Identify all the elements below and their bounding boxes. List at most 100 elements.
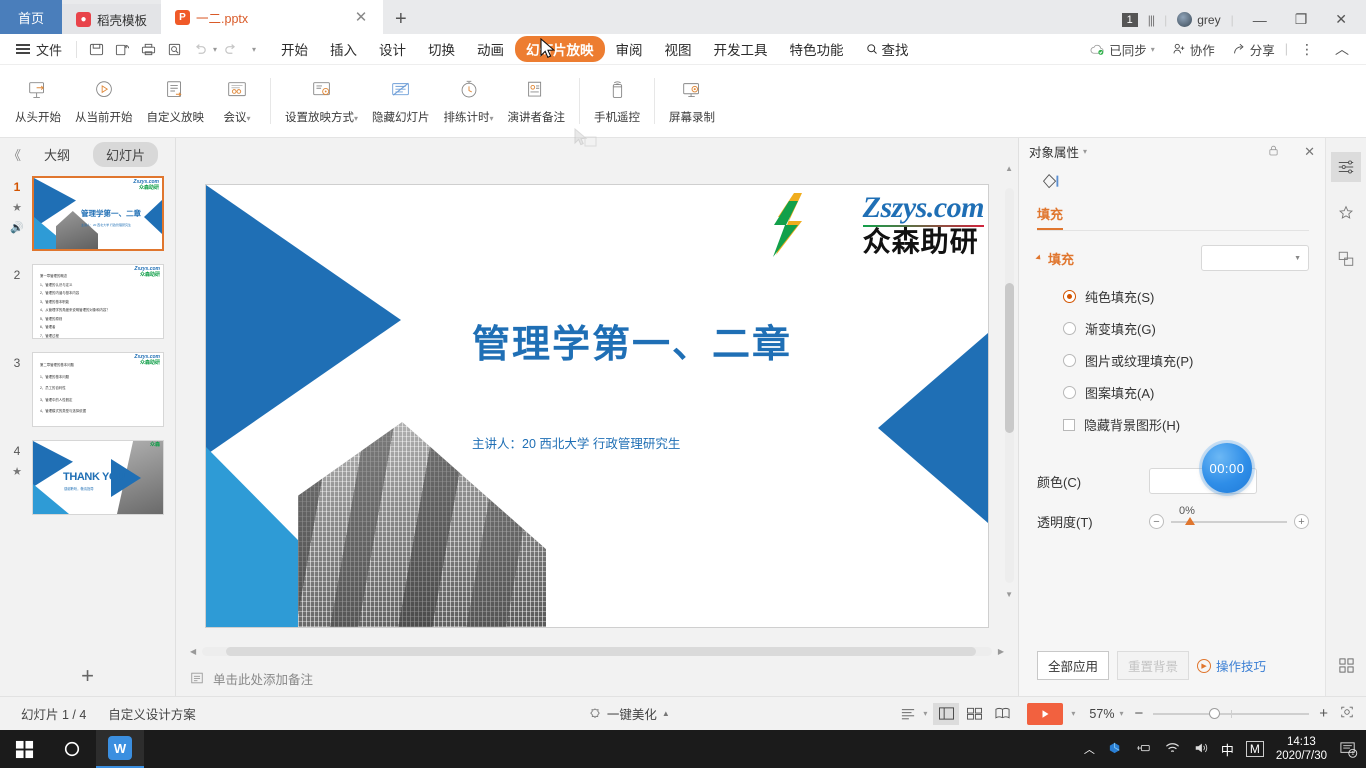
onedrive-icon[interactable]: [1107, 740, 1124, 758]
cloud-sync-button[interactable]: 已同步 ▾: [1083, 40, 1162, 59]
presenter-notes-button[interactable]: 演讲者备注: [501, 68, 573, 134]
close-panel-button[interactable]: ✕: [1304, 144, 1315, 160]
chevron-down-icon[interactable]: ▾: [1151, 45, 1155, 54]
fill-section-header[interactable]: 填充 ▼: [1035, 245, 1309, 271]
properties-sliders-icon[interactable]: [1331, 152, 1361, 182]
tab-special-features[interactable]: 特色功能: [779, 36, 855, 62]
start-slideshow-button[interactable]: [1027, 702, 1064, 725]
tab-slides[interactable]: 幻灯片: [93, 141, 159, 167]
scroll-thumb[interactable]: [1005, 282, 1014, 433]
slide-thumbnail-2[interactable]: 第一章管理的概念 1、管理的认识与定义 2、管理的内涵与基本内容 3、管理的基本…: [32, 264, 164, 339]
share-button[interactable]: 分享: [1225, 40, 1282, 59]
animation-star-icon[interactable]: ★: [12, 201, 22, 214]
scroll-thumb[interactable]: [225, 647, 977, 656]
fill-preset-dropdown[interactable]: ▼: [1201, 245, 1309, 271]
wifi-icon[interactable]: [1164, 741, 1181, 758]
tab-start[interactable]: 开始: [270, 36, 319, 62]
horizontal-scrollbar[interactable]: [202, 647, 992, 656]
add-slide-button[interactable]: +: [0, 656, 175, 696]
setup-show-button[interactable]: 设置放映方式▾: [278, 68, 365, 134]
list-item[interactable]: 4 ★ THANK YOU 感谢聆听，敬请指导 众森: [0, 440, 175, 515]
design-scheme-button[interactable]: 自定义设计方案: [97, 704, 207, 723]
slide-thumbnail-1[interactable]: 管理学第一、二章 主讲人：20 西北大学 行政管理研究生 Zszys.com 众森…: [32, 176, 164, 251]
wps-taskbar-button[interactable]: W: [96, 730, 144, 768]
screen-record-timer[interactable]: 00:00: [1202, 443, 1252, 493]
notification-center-button[interactable]: 1: [1339, 740, 1358, 759]
transparency-slider[interactable]: − 0% +: [1149, 505, 1309, 529]
zoom-in-button[interactable]: +: [1319, 705, 1328, 722]
radio-picture-texture-fill[interactable]: 图片或纹理填充(P): [1063, 351, 1309, 370]
chevron-down-icon[interactable]: ▾: [1119, 709, 1123, 718]
user-account[interactable]: grey: [1177, 12, 1221, 27]
effects-star-icon[interactable]: [1331, 198, 1361, 228]
lock-icon[interactable]: [1267, 144, 1280, 160]
list-item[interactable]: 1 ★ 🔊 管理学第一、二章 主讲人：20 西北大学 行政管理研究生 Zszys…: [0, 176, 175, 251]
cortana-icon[interactable]: [48, 730, 96, 768]
tab-slideshow[interactable]: 幻灯片放映: [515, 36, 605, 62]
transparency-decrease-button[interactable]: −: [1149, 514, 1164, 529]
start-from-current-button[interactable]: 从当前开始: [68, 68, 140, 134]
slide-list[interactable]: 1 ★ 🔊 管理学第一、二章 主讲人：20 西北大学 行政管理研究生 Zszys…: [0, 170, 175, 656]
tab-outline[interactable]: 大纲: [31, 142, 83, 167]
chevron-down-icon[interactable]: ▾: [246, 114, 250, 123]
phone-remote-button[interactable]: 手机遥控: [587, 68, 647, 134]
start-from-beginning-button[interactable]: 从头开始: [8, 68, 68, 134]
audio-icon[interactable]: 🔊: [10, 221, 24, 234]
ime-indicator[interactable]: 中: [1221, 740, 1234, 759]
tab-fill[interactable]: 填充: [1037, 204, 1064, 230]
collapse-panel-button[interactable]: 《: [8, 145, 21, 164]
zoom-out-button[interactable]: −: [1134, 705, 1143, 722]
slide-thumbnail-3[interactable]: 第二章管理的基本问题 1、管理的基本问题 2、员工的自利性 3、管理中的人性假定…: [32, 352, 164, 427]
transparency-increase-button[interactable]: +: [1294, 514, 1309, 529]
slide-subtitle[interactable]: 主讲人：20 西北大学 行政管理研究生: [472, 433, 680, 452]
volume-icon[interactable]: [1193, 741, 1209, 758]
reading-view-button[interactable]: [989, 703, 1015, 725]
meeting-button[interactable]: 会议▾: [211, 68, 263, 134]
checkbox-hide-background-graphics[interactable]: 隐藏背景图形(H): [1063, 415, 1309, 434]
animation-star-icon[interactable]: ★: [12, 465, 22, 478]
tab-presentation-file[interactable]: P 一二.pptx ✕: [161, 0, 384, 34]
layers-icon[interactable]: [1331, 244, 1361, 274]
zoom-level[interactable]: 57%: [1089, 707, 1114, 721]
list-item[interactable]: 2 第一章管理的概念 1、管理的认识与定义 2、管理的内涵与基本内容 3、管理的…: [0, 264, 175, 339]
chevron-down-icon[interactable]: ▾: [1083, 147, 1087, 156]
undo-icon[interactable]: [187, 38, 213, 60]
chevron-down-icon[interactable]: ▾: [1071, 709, 1075, 718]
rehearse-timing-button[interactable]: 排练计时▾: [437, 68, 501, 134]
tray-expand-button[interactable]: ︿: [1084, 741, 1095, 757]
chevron-down-icon[interactable]: [1035, 254, 1043, 262]
ime-mode-button[interactable]: M: [1245, 741, 1264, 757]
fit-slide-button[interactable]: [1340, 705, 1354, 722]
tab-animation[interactable]: 动画: [466, 36, 515, 62]
radio-gradient-fill[interactable]: 渐变填充(G): [1063, 319, 1309, 338]
normal-view-button[interactable]: [933, 702, 960, 725]
more-options-button[interactable]: ⋮: [1291, 41, 1323, 58]
tab-developer-tools[interactable]: 开发工具: [703, 36, 779, 62]
new-tab-button[interactable]: +: [383, 8, 419, 31]
vertical-scrollbar[interactable]: [1005, 188, 1014, 583]
scroll-right-arrow[interactable]: ▶: [998, 647, 1004, 656]
slide-title[interactable]: 管理学第一、二章: [472, 313, 792, 368]
tab-view[interactable]: 视图: [654, 36, 703, 62]
collaborate-button[interactable]: 协作: [1165, 40, 1222, 59]
search-button[interactable]: 查找: [855, 36, 920, 62]
print-preview-icon[interactable]: [161, 38, 187, 60]
beautify-button[interactable]: 一键美化 ▲: [577, 704, 681, 723]
hide-slide-button[interactable]: 隐藏幻灯片: [365, 68, 437, 134]
collapse-ribbon-button[interactable]: ︿: [1326, 39, 1358, 59]
outline-view-button[interactable]: [895, 703, 921, 725]
save-as-icon[interactable]: [109, 38, 135, 60]
quick-access-more-icon[interactable]: ▾: [252, 45, 256, 54]
file-menu-button[interactable]: 文件: [8, 40, 70, 59]
tab-docer-template[interactable]: ● 稻壳模板: [62, 4, 162, 34]
radio-pattern-fill[interactable]: 图案填充(A): [1063, 383, 1309, 402]
tips-link[interactable]: ▶ 操作技巧: [1197, 656, 1266, 675]
save-icon[interactable]: [83, 38, 109, 60]
grid-apps-icon[interactable]: [1338, 657, 1355, 679]
chevron-down-icon[interactable]: ▾: [490, 114, 494, 123]
restore-button[interactable]: ❐: [1286, 11, 1317, 28]
tab-list-icon[interactable]: |||: [1148, 13, 1155, 27]
slide-canvas[interactable]: 管理学第一、二章 主讲人：20 西北大学 行政管理研究生 Zszys.com 众…: [206, 185, 988, 627]
scroll-down-arrow[interactable]: ▼: [1005, 590, 1013, 599]
list-item[interactable]: 3 第二章管理的基本问题 1、管理的基本问题 2、员工的自利性 3、管理中的人性…: [0, 352, 175, 427]
